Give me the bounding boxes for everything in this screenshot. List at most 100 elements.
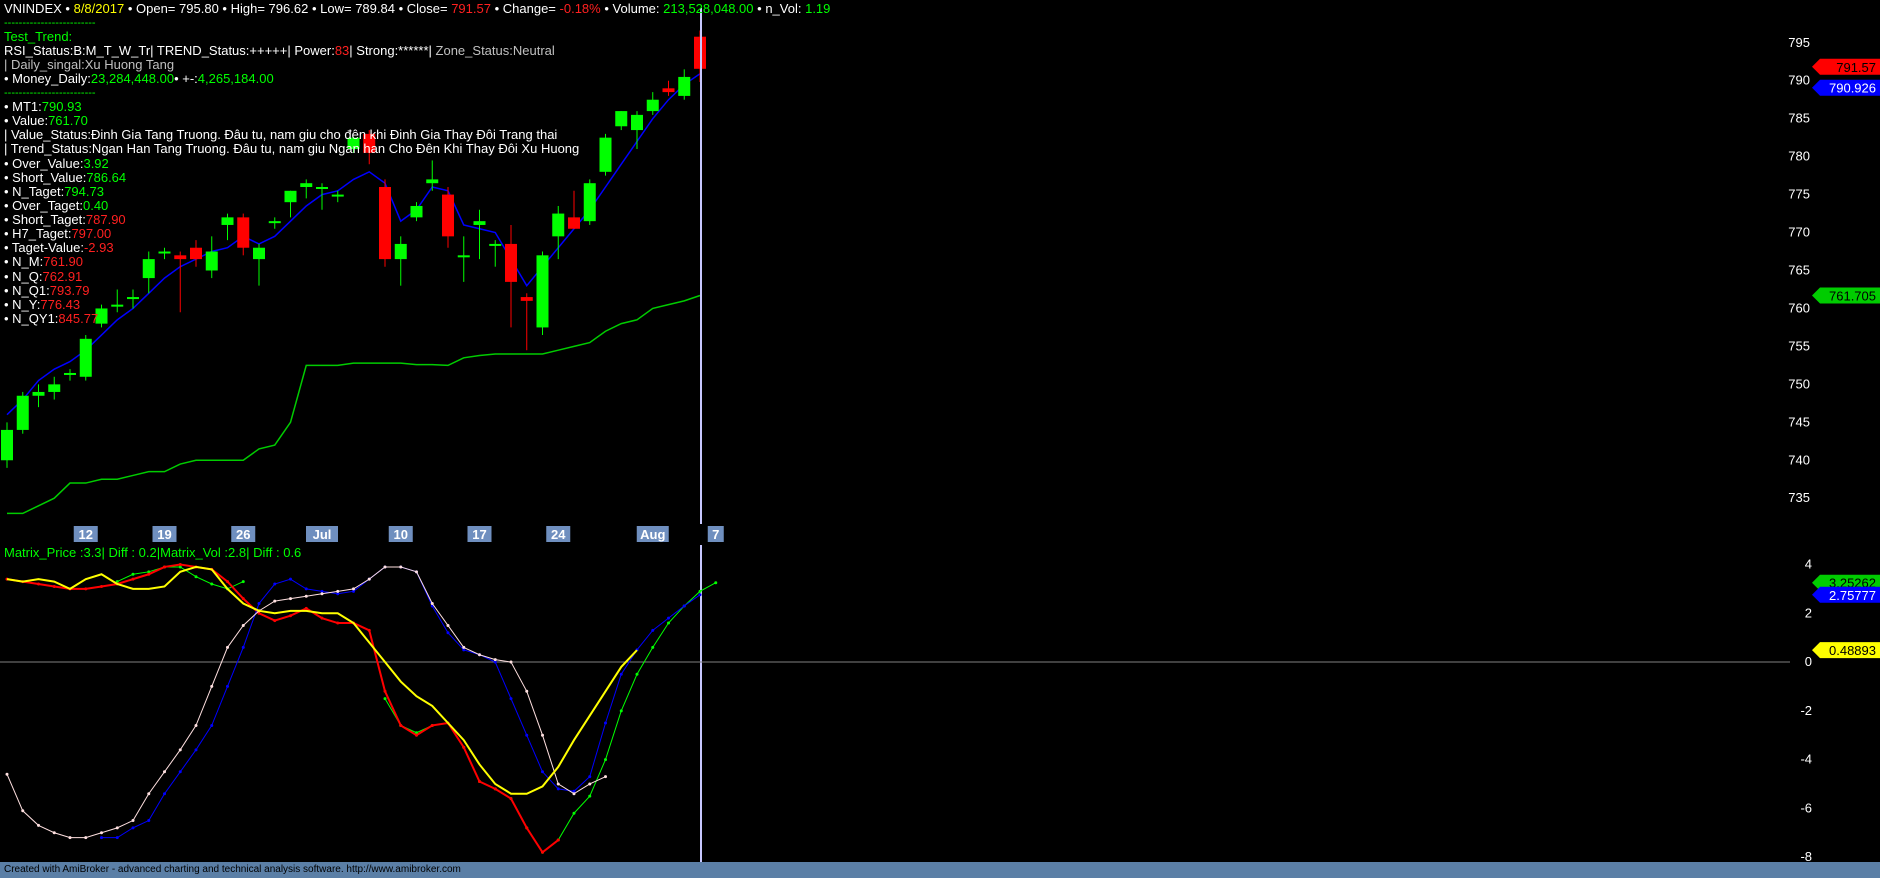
candle-body: [48, 384, 61, 392]
candle-body: [442, 194, 454, 237]
price-ytick-label: 780: [1788, 149, 1810, 164]
candle-body: [646, 99, 659, 112]
candle-body: [300, 183, 313, 187]
candle-body: [268, 221, 281, 224]
candle-body: [599, 137, 612, 172]
date-tick-label: Jul: [313, 527, 332, 542]
indicator-series-blue: [101, 566, 701, 839]
candle-body: [426, 179, 439, 184]
money-diff-value: 4,265,184.00: [197, 71, 274, 86]
candle-body: [127, 297, 139, 300]
footer-bar: Created with AmiBroker - advanced charti…: [0, 862, 1880, 878]
over-value-value: 3.92: [83, 156, 109, 171]
candle-body: [237, 217, 250, 248]
date-tick-label: Aug: [640, 527, 665, 542]
price-ytick-label: 755: [1788, 338, 1810, 353]
indicator-ytick-label: -8: [1800, 849, 1812, 862]
power-value: 83: [334, 43, 350, 58]
date-tick-label: 12: [79, 527, 93, 542]
candle-body: [631, 114, 643, 131]
candle-body: [379, 187, 391, 260]
taget-value-value: -2.93: [83, 240, 114, 255]
candle-body: [221, 217, 234, 225]
footer-text: Created with AmiBroker - advanced charti…: [4, 864, 461, 875]
value-line-series: [7, 294, 701, 515]
price-ytick-label: 785: [1788, 111, 1810, 126]
short-value-value: 786.64: [86, 170, 127, 185]
price-ytick-label: 760: [1788, 300, 1810, 315]
candle-body: [536, 255, 549, 328]
price-ytick-label: 770: [1788, 225, 1810, 240]
candle-body: [678, 76, 691, 96]
indicator-series-yellow: [6, 565, 638, 795]
short-taget-value: 787.90: [85, 212, 126, 227]
candle-body: [520, 297, 533, 301]
candle-body: [284, 190, 297, 203]
volume-value: 213,528,048.00: [663, 1, 754, 16]
mt1-value: 790.93: [41, 99, 82, 114]
money-daily-value: 23,284,448.00: [90, 71, 175, 86]
high-value: 796.62: [268, 1, 309, 16]
chart-stage: 735 740 745 750 755 760 765 770 775 780 785 790 795 1…: [0, 0, 1880, 878]
n-taget-value: 794.73: [64, 184, 104, 199]
indicator-ytick-label: 4: [1805, 557, 1812, 572]
close-price-tag-label: 791.57: [1836, 60, 1876, 75]
price-ytick-label: 765: [1788, 263, 1810, 278]
price-ytick-label: 795: [1788, 35, 1810, 50]
price-ytick-label: 745: [1788, 414, 1810, 429]
low-value: 789.84: [355, 1, 395, 16]
candle-body: [32, 391, 45, 396]
candle-body: [111, 304, 124, 307]
indicator-series-matrix-vol: [6, 563, 559, 854]
candle-body: [190, 247, 202, 260]
candle-body: [174, 255, 187, 260]
candle-body: [142, 259, 155, 279]
n-y-value: 776.43: [40, 297, 81, 312]
candle-body: [331, 194, 344, 197]
date-label: 8/8/2017: [73, 1, 125, 16]
zone-status: Zone_Status:Neutral: [435, 43, 555, 58]
open-value: 795.80: [179, 1, 219, 16]
over-taget-value: 0.40: [82, 198, 109, 213]
candle-body: [1, 429, 13, 461]
candle-body: [505, 243, 517, 282]
candle-body: [205, 251, 218, 271]
candle-body: [568, 217, 580, 229]
change-value: -0.18%: [559, 1, 601, 16]
n-qy1-line: • N_QY1:845.77: [4, 311, 99, 326]
indicator-ytick-label: 2: [1805, 605, 1812, 620]
candle-body: [473, 221, 486, 225]
yellow-indicator-tag-label: 0.48893: [1829, 643, 1876, 658]
date-tick-label: 24: [551, 527, 566, 542]
candle-body: [489, 243, 502, 246]
h7-taget-value: 797.00: [71, 226, 112, 241]
candle-body: [457, 255, 470, 258]
close-value: 791.57: [451, 1, 491, 16]
price-ytick-label: 735: [1788, 490, 1810, 505]
candle-body: [394, 243, 407, 260]
candle-body: [662, 88, 675, 93]
indicator-ytick-label: 0: [1805, 654, 1812, 669]
indicator-ytick-label: -4: [1800, 752, 1812, 767]
candle-body: [158, 251, 171, 254]
n-qy1-value: 845.77: [58, 311, 99, 326]
nvol-value: 1.19: [805, 1, 831, 16]
price-ytick-label: 750: [1788, 376, 1810, 391]
candle-body: [316, 187, 328, 189]
candle-body: [64, 372, 76, 375]
price-ytick-label: 790: [1788, 73, 1810, 88]
candle-body: [615, 111, 628, 127]
candle-body: [16, 395, 29, 430]
symbol-label: VNINDEX: [4, 1, 62, 16]
candle-body: [253, 247, 265, 260]
candle-body: [410, 205, 423, 218]
date-tick-label: 7: [712, 527, 719, 542]
n-m-line: • N_M:761.90: [4, 254, 83, 269]
candle-body: [79, 338, 92, 377]
ma-price-tag-label: 790.926: [1829, 81, 1876, 96]
n-q1-value: 793.79: [49, 283, 90, 298]
value-value: 761.70: [48, 113, 88, 128]
date-tick-label: 26: [236, 527, 250, 542]
n-q-value: 762.91: [42, 269, 83, 284]
candle-body: [552, 213, 565, 237]
